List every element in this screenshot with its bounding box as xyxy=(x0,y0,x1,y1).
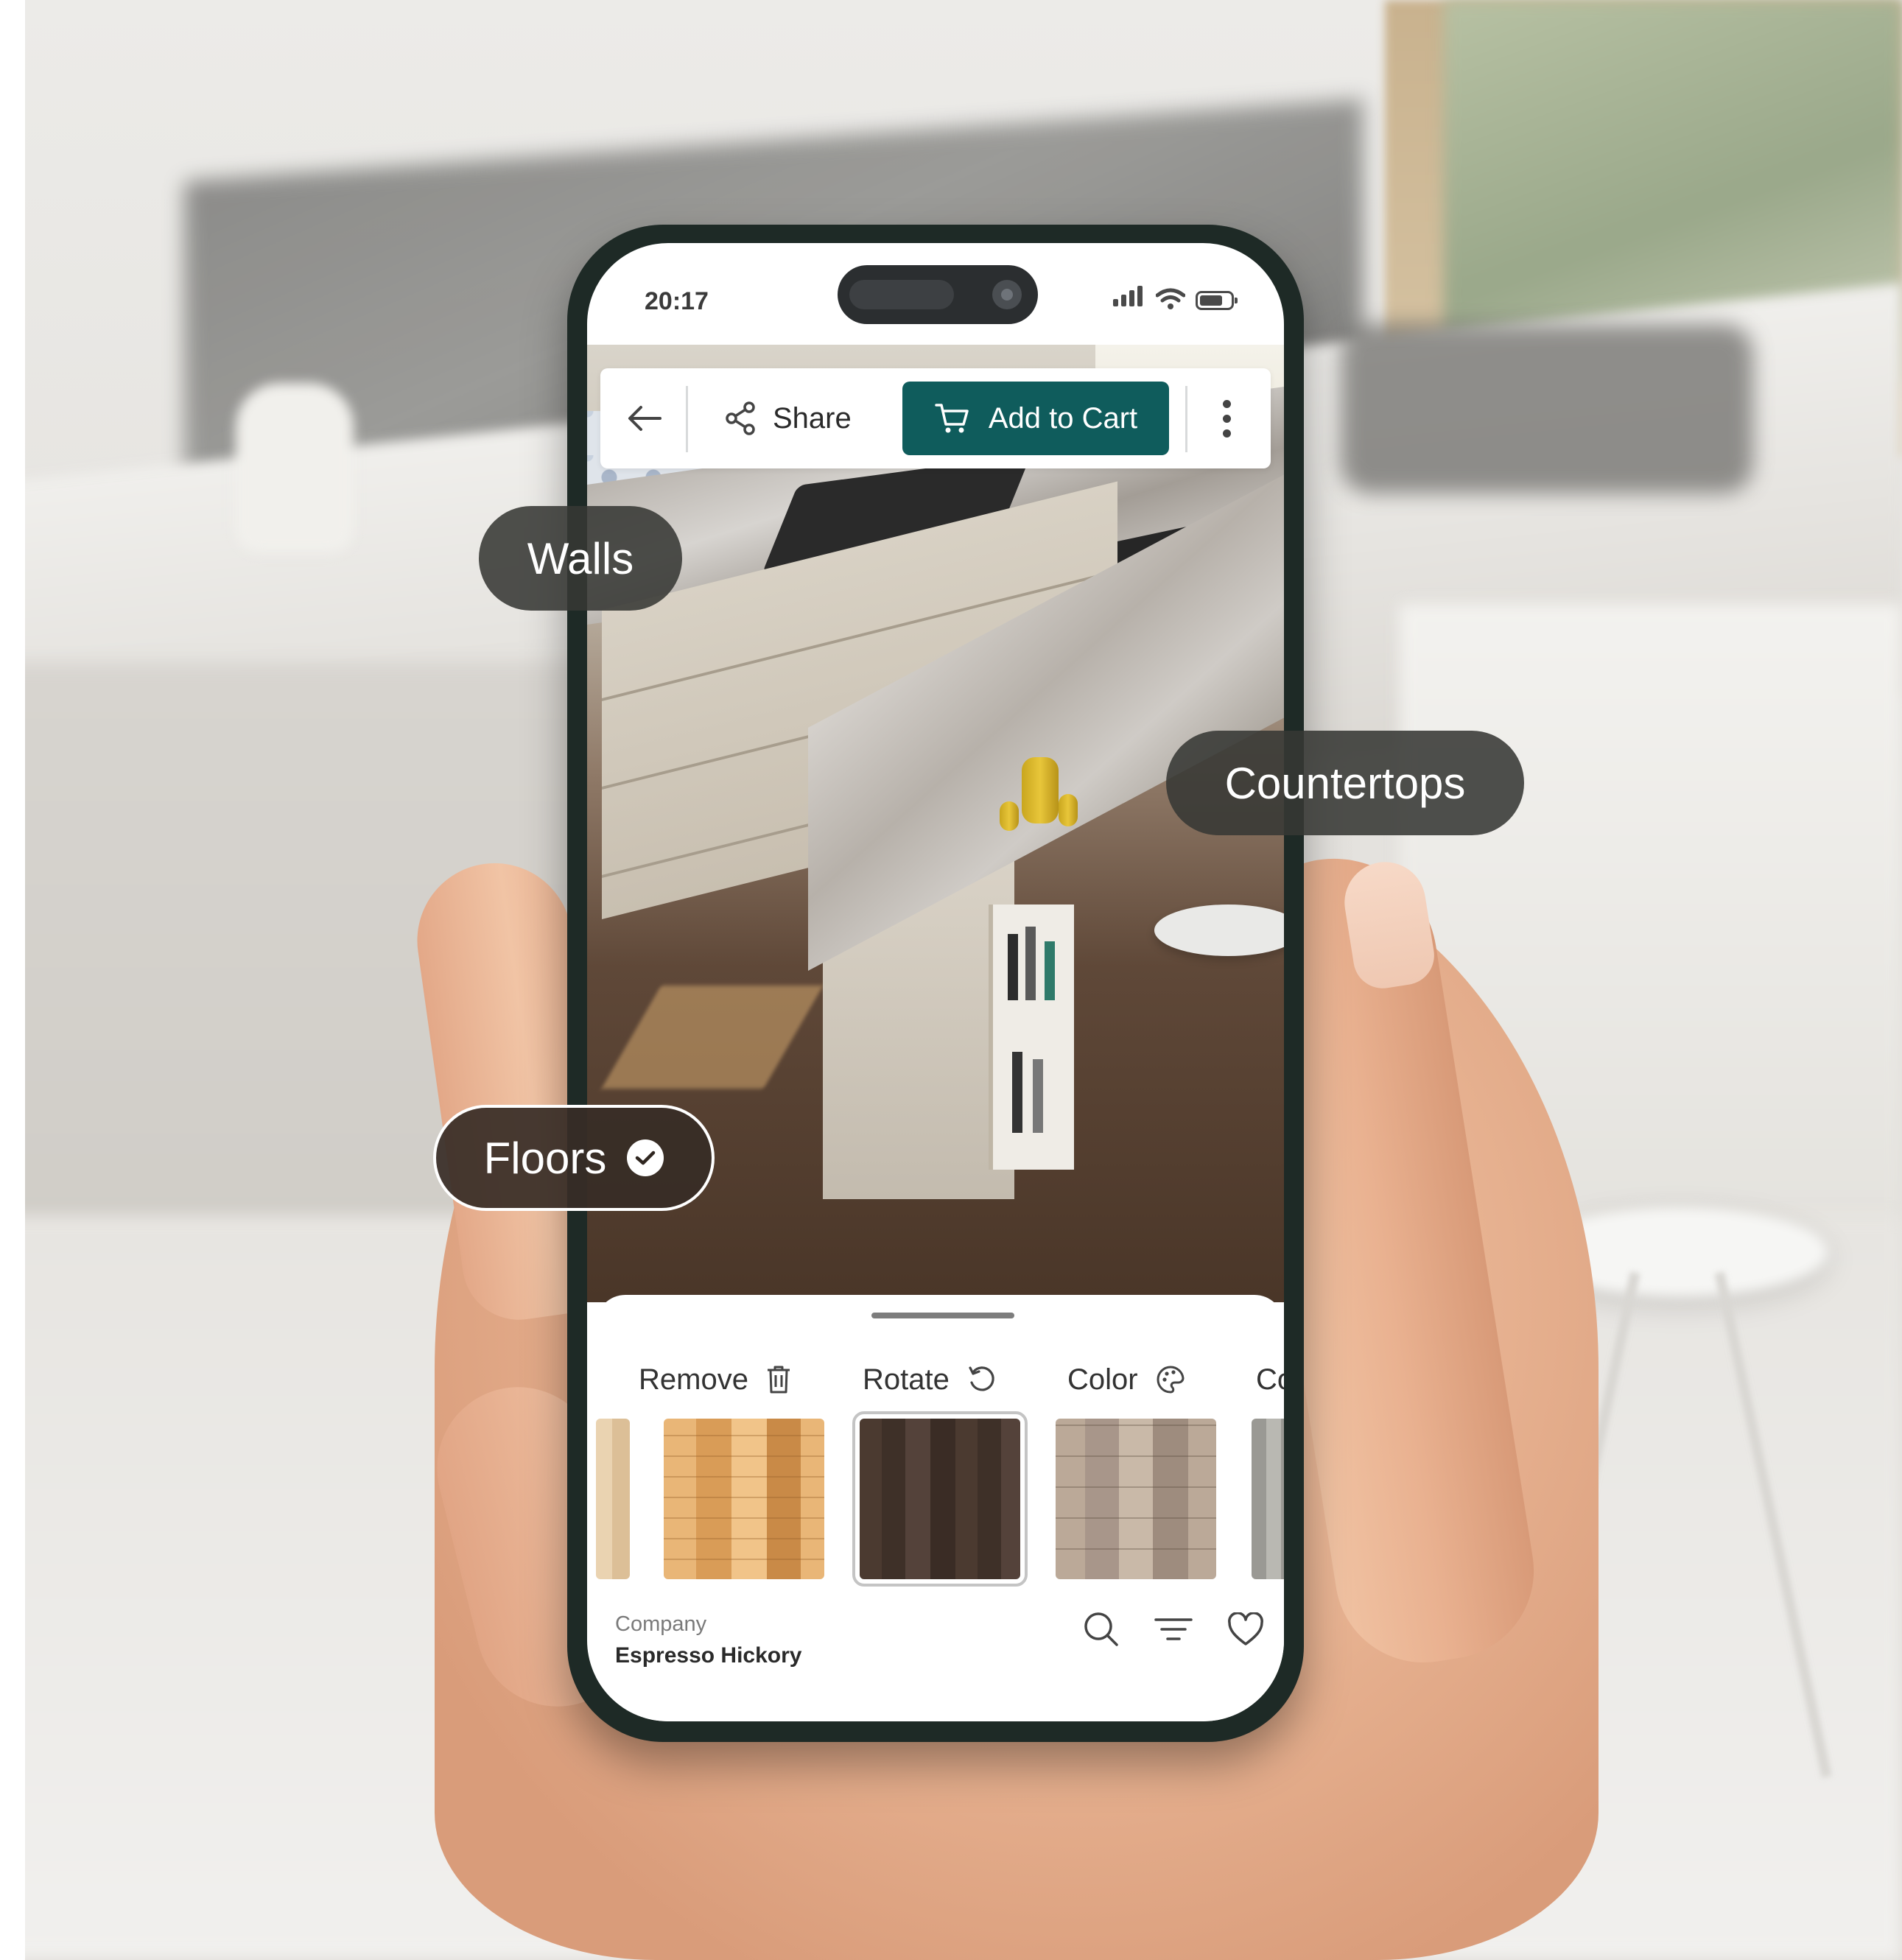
color-label: Color xyxy=(1067,1363,1138,1396)
share-button[interactable]: Share xyxy=(724,396,852,440)
search-icon xyxy=(1084,1612,1118,1646)
more-action-button[interactable]: Co xyxy=(1256,1354,1284,1405)
more-dots-icon xyxy=(1222,399,1231,408)
battery-icon xyxy=(1196,291,1238,310)
swatch-partial-light[interactable] xyxy=(596,1419,630,1579)
wifi-icon xyxy=(1156,288,1185,309)
add-to-cart-button[interactable]: Add to Cart xyxy=(902,382,1169,455)
countertops-chip-label: Countertops xyxy=(1224,758,1466,808)
top-toolbar: Share Add to Cart xyxy=(600,368,1271,468)
share-label: Share xyxy=(773,401,852,435)
share-icon xyxy=(726,401,755,435)
swatch-honey-oak[interactable] xyxy=(664,1419,824,1579)
walls-chip[interactable]: Walls xyxy=(479,506,682,611)
check-icon xyxy=(627,1139,664,1176)
rotate-label: Rotate xyxy=(863,1363,950,1396)
sheet-icon-row xyxy=(1082,1610,1265,1648)
remove-button[interactable]: Remove xyxy=(639,1354,791,1405)
more-options-button[interactable] xyxy=(1212,396,1241,440)
add-to-cart-label: Add to Cart xyxy=(988,401,1138,435)
swatch-partial-grey[interactable] xyxy=(1252,1419,1284,1579)
floors-chip-label: Floors xyxy=(483,1133,607,1183)
product-name: Espresso Hickory xyxy=(615,1643,802,1668)
cart-icon xyxy=(935,404,969,433)
floors-chip[interactable]: Floors xyxy=(433,1105,715,1211)
signal-icon xyxy=(1113,286,1145,310)
trash-icon xyxy=(767,1366,790,1394)
rotate-icon xyxy=(969,1366,994,1391)
walls-chip-label: Walls xyxy=(527,533,634,583)
sheet-grabber[interactable] xyxy=(871,1313,1014,1318)
more-action-label: Co xyxy=(1256,1363,1284,1396)
rotate-button[interactable]: Rotate xyxy=(863,1354,997,1405)
heart-icon xyxy=(1228,1612,1263,1645)
arrow-left-icon xyxy=(628,406,662,431)
swatch-weathered-grey[interactable] xyxy=(1056,1419,1216,1579)
favorite-button[interactable] xyxy=(1227,1610,1265,1648)
bottom-sheet: Remove Rotate Color Co xyxy=(596,1295,1284,1721)
status-icons xyxy=(1113,286,1238,310)
back-button[interactable] xyxy=(622,396,667,440)
palette-icon xyxy=(1157,1366,1185,1394)
swatch-espresso-hickory[interactable] xyxy=(852,1411,1028,1587)
search-button[interactable] xyxy=(1082,1610,1120,1648)
action-bar: Remove Rotate Color Co xyxy=(596,1354,1284,1405)
dynamic-island xyxy=(838,265,1038,324)
remove-label: Remove xyxy=(639,1363,748,1396)
swatch-carousel xyxy=(596,1411,1284,1587)
filter-icon xyxy=(1154,1618,1193,1640)
filter-button[interactable] xyxy=(1154,1610,1193,1648)
color-button[interactable]: Color xyxy=(1067,1354,1185,1405)
phone-screen: 20:17 Share Add to Cart Remove Rotate Co… xyxy=(587,243,1284,1721)
countertops-chip[interactable]: Countertops xyxy=(1166,731,1524,835)
product-brand: Company xyxy=(615,1612,707,1636)
status-time: 20:17 xyxy=(645,287,709,315)
